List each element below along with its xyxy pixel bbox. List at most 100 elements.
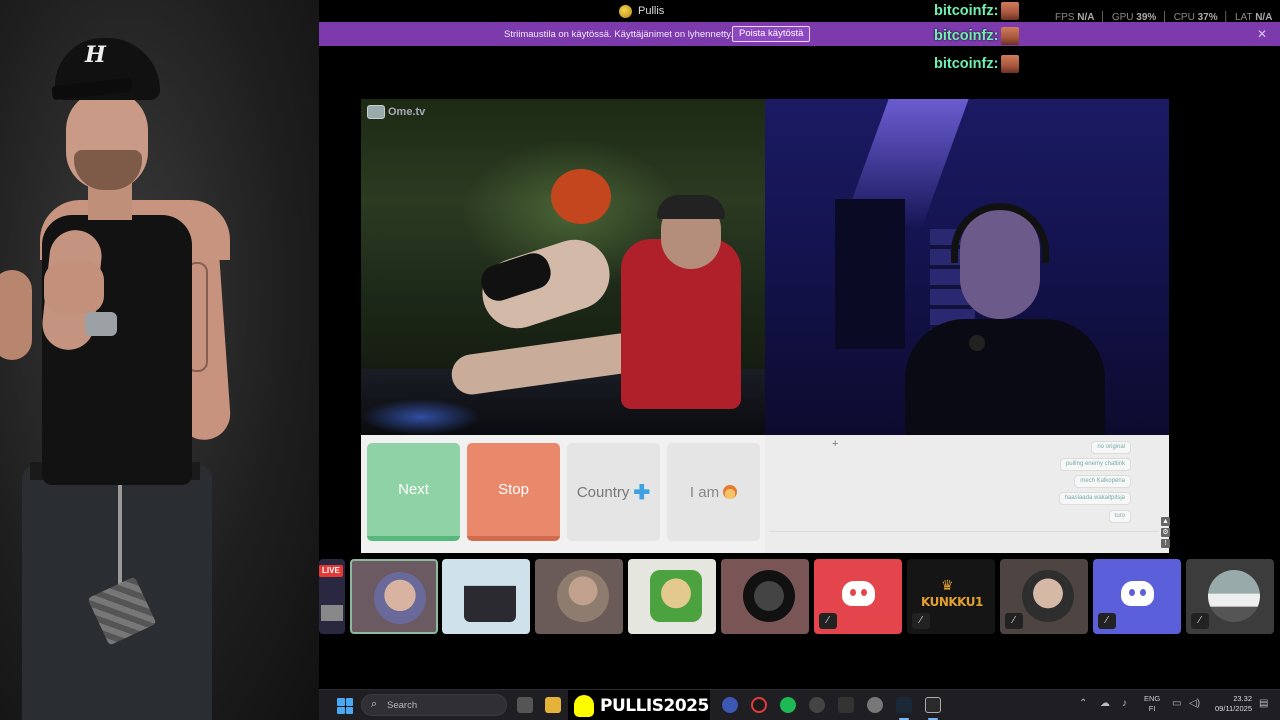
report-icon[interactable]: ! <box>1161 539 1170 548</box>
video-led-light <box>361 399 481 435</box>
tile-kunkku[interactable]: ♛ KUNKKU1 ⁄ <box>907 559 995 634</box>
crown-icon: ♛ <box>941 577 954 593</box>
stop-label: Stop <box>498 481 529 498</box>
epic-games-icon[interactable] <box>925 697 941 713</box>
side-figure-arm <box>0 270 32 360</box>
taskbar: ⌕ Search PULLIS2025 ⌃ ☁ ♪ ENG FI ▭ ◁) 23… <box>319 689 1280 720</box>
muted-icon: ⁄ <box>1005 613 1023 629</box>
window-title: Pullis <box>638 5 665 17</box>
webcam-panel: H <box>0 0 319 720</box>
muted-icon: ⁄ <box>1191 613 1209 629</box>
control-bar: Next Stop Country ✚ I am <box>361 435 765 553</box>
chat-message: no original <box>1091 441 1131 454</box>
opera-icon[interactable] <box>751 697 767 713</box>
figure-chain <box>118 480 122 590</box>
chat-username: bitcoinfz: <box>934 56 999 72</box>
avatar <box>1022 570 1074 622</box>
chat-username: bitcoinfz: <box>934 28 999 44</box>
chat-message: pulling enemy chatlink <box>1059 458 1131 471</box>
disable-streamer-mode-button[interactable]: Poista käytöstä <box>732 26 811 42</box>
tile-discord-blue[interactable]: ⁄ <box>1093 559 1181 634</box>
clock[interactable]: 23.32 09/11/2025 <box>1208 694 1252 714</box>
microphone-icon <box>969 335 985 351</box>
avatar <box>1208 570 1260 622</box>
tile-live[interactable]: LIVE <box>319 559 345 634</box>
country-label: Country <box>576 483 630 501</box>
next-label: Next <box>398 481 429 498</box>
emote-icon <box>1001 2 1020 20</box>
settings-icon[interactable]: ⚙ <box>1161 528 1170 537</box>
tile-car[interactable]: ⁄ <box>1186 559 1274 634</box>
country-button[interactable]: Country ✚ <box>567 443 660 541</box>
discord-icon <box>842 581 875 606</box>
chevron-up-icon[interactable]: ⌃ <box>1079 698 1087 709</box>
stop-button[interactable]: Stop <box>467 443 560 541</box>
text-chat-panel[interactable]: + no original pulling enemy chatlink mec… <box>765 435 1170 553</box>
ometv-logo-text: Ome.tv <box>388 106 426 118</box>
capcut-icon[interactable] <box>838 697 854 713</box>
language-indicator[interactable]: ENG FI <box>1144 694 1160 714</box>
clock-date: 09/11/2025 <box>1215 704 1252 713</box>
chat-line: bitcoinfz: <box>934 53 1020 75</box>
tile-user-6[interactable]: ⁄ <box>1000 559 1088 634</box>
clock-time: 23.32 <box>1233 694 1252 703</box>
live-badge: LIVE <box>319 565 343 577</box>
muted-icon: ⁄ <box>1098 613 1116 629</box>
title-bar[interactable]: Pullis FPS N/A │ GPU 39% │ CPU 37% │ LAT… <box>319 0 1280 23</box>
file-explorer-icon[interactable] <box>545 697 561 713</box>
search-icon: ⌕ <box>371 698 378 710</box>
chat-message: mech Kalkopena <box>1074 475 1131 488</box>
microphone-tray-icon[interactable]: ♪ <box>1122 698 1127 709</box>
avatar <box>743 570 795 622</box>
video-figure-hair <box>551 169 611 224</box>
chat-input[interactable] <box>769 531 1159 532</box>
discord-icon <box>1121 581 1154 606</box>
headset-icon <box>951 203 1049 263</box>
screen: H Pullis FPS N/A │ GPU 39% │ CPU 37% │ L… <box>0 0 1280 720</box>
next-button[interactable]: Next <box>367 443 460 541</box>
tile-user-3[interactable] <box>535 559 623 634</box>
app-coin-icon <box>619 5 632 18</box>
taskbar-search[interactable]: ⌕ Search <box>361 694 507 716</box>
network-icon[interactable]: ▭ <box>1172 698 1181 709</box>
volume-icon[interactable]: ◁) <box>1189 698 1200 709</box>
plus-icon: ✚ <box>633 481 651 504</box>
ometv-panel: Ome.tv Next Stop Country ✚ I am + no orig… <box>361 99 1170 553</box>
onedrive-icon[interactable]: ☁ <box>1100 698 1110 709</box>
notification-icon[interactable]: ▤ <box>1259 698 1268 709</box>
muted-icon: ⁄ <box>912 613 930 629</box>
close-icon[interactable]: ✕ <box>1257 27 1267 41</box>
cap-logo-icon: H <box>85 42 106 68</box>
github-icon[interactable] <box>809 697 825 713</box>
avatar <box>464 570 516 622</box>
settings-gear-icon[interactable] <box>867 697 883 713</box>
stranger-video: Ome.tv <box>361 99 765 435</box>
tile-user-4[interactable] <box>628 559 716 634</box>
chat-message: turo <box>1108 510 1131 523</box>
avatar <box>374 572 426 624</box>
tile-thumbnail <box>321 605 343 621</box>
i-am-button[interactable]: I am <box>667 443 760 541</box>
steam-icon[interactable] <box>896 697 912 713</box>
streamer-body <box>905 319 1105 435</box>
language-top: ENG <box>1144 694 1161 703</box>
crosshair-icon: + <box>832 438 839 450</box>
banner-text: Striimaustila on käytössä. Käyttäjänimet… <box>504 29 733 40</box>
streamer-mode-banner: Striimaustila on käytössä. Käyttäjänimet… <box>319 22 1280 46</box>
room-door <box>835 199 905 349</box>
task-view-icon[interactable] <box>517 697 533 713</box>
avatar <box>650 570 702 622</box>
tv-icon <box>367 105 385 119</box>
upload-icon[interactable]: ▲ <box>1161 517 1170 526</box>
chat-username: bitcoinfz: <box>934 3 999 19</box>
search-placeholder: Search <box>387 700 418 711</box>
spotify-icon[interactable] <box>780 697 796 713</box>
figure-fist <box>44 262 104 314</box>
app-icon-blue[interactable] <box>722 697 738 713</box>
tile-user-1[interactable] <box>350 559 438 634</box>
tile-user-2[interactable] <box>442 559 530 634</box>
tile-discord-red[interactable]: ⁄ <box>814 559 902 634</box>
tile-user-5[interactable] <box>721 559 809 634</box>
start-button[interactable] <box>337 698 353 714</box>
person-icon <box>723 485 738 499</box>
